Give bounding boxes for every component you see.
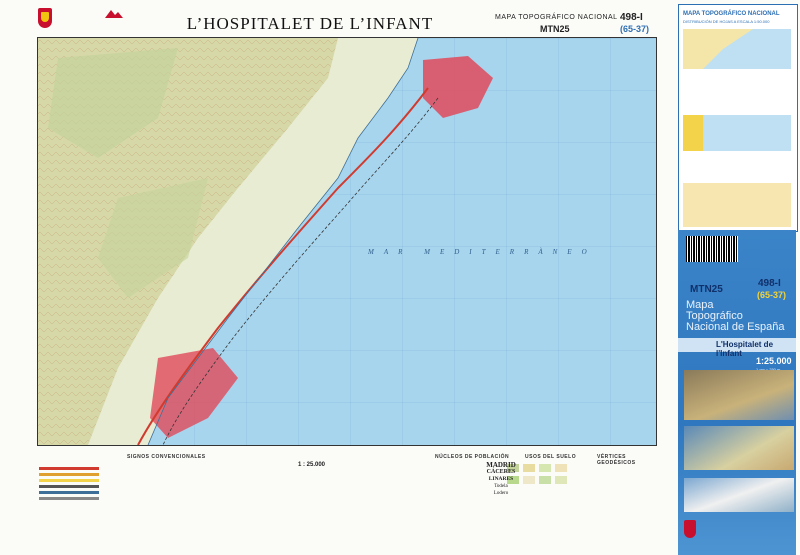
cover-photo-mountains xyxy=(684,478,794,512)
legend-railway xyxy=(39,485,99,488)
cover-map-spain xyxy=(684,426,794,470)
legend-river xyxy=(39,491,99,494)
barcode xyxy=(686,236,738,262)
sheet-number: 498-I xyxy=(620,12,643,23)
cover-sheet-grid: (65-37) xyxy=(757,290,787,300)
place-village: Lodero xyxy=(493,491,509,496)
cover-series-code: MTN25 xyxy=(690,284,723,295)
ign-logo-icon xyxy=(105,10,123,18)
series-code: MTN25 xyxy=(540,24,570,34)
series-title: MAPA TOPOGRÁFICO NACIONAL xyxy=(495,14,618,21)
sheet-division-map xyxy=(683,115,791,151)
map-sheet: L’HOSPITALET DE L’INFANT MAPA TOPOGRÁFIC… xyxy=(0,0,800,555)
cover-coat-of-arms-icon xyxy=(684,520,696,538)
legend-road-yellow xyxy=(39,479,99,482)
location-map xyxy=(683,29,791,69)
location-index-title: MAPA TOPOGRÁFICO NACIONAL xyxy=(683,11,780,17)
place-province: CÁCERES xyxy=(486,469,516,475)
topographic-map[interactable]: MAR MEDITERRÀNEO xyxy=(37,37,657,446)
coat-of-arms-icon xyxy=(38,8,52,28)
sea-label: MAR MEDITERRÀNEO xyxy=(368,248,597,256)
map-scale: 1 : 25.000 xyxy=(298,462,326,468)
map-drawing xyxy=(38,38,656,445)
conventional-signs-title: SIGNOS CONVENCIONALES xyxy=(127,454,206,460)
location-index-panel: MAPA TOPOGRÁFICO NACIONAL DISTRIBUCIÓN D… xyxy=(678,4,798,232)
cover-photo-terrain xyxy=(684,370,794,420)
cover-scale: 1:25.000 xyxy=(756,356,792,366)
legend-boundary xyxy=(39,497,99,500)
cover-series-line-3: Nacional de España xyxy=(686,321,785,333)
cover-sheet-number: 498-I xyxy=(758,278,781,289)
legend-line-samples xyxy=(39,464,99,503)
map-title: L’HOSPITALET DE L’INFANT xyxy=(186,14,434,33)
place-type-samples: MADRID CÁCERES LINARES Todela Lodero xyxy=(470,462,532,497)
place-town: Todela xyxy=(494,484,508,489)
municipalities-box xyxy=(683,183,791,227)
place-capital: MADRID xyxy=(486,461,516,469)
geodetic-title: VÉRTICES GEODÉSICOS xyxy=(597,454,636,466)
legend-area: SIGNOS CONVENCIONALES NÚCLEOS DE POBLACI… xyxy=(37,452,655,552)
legend-road-red xyxy=(39,467,99,470)
place-city: LINARES xyxy=(488,476,514,482)
location-index-subtitle: DISTRIBUCIÓN DE HOJAS A ESCALA 1:50.000 xyxy=(683,19,770,24)
land-use-title: USOS DEL SUELO xyxy=(525,454,577,460)
sheet-grid-code: (65-37) xyxy=(620,24,650,34)
cover-series-title: Mapa Topográfico Nacional de España xyxy=(686,300,784,333)
population-title: NÚCLEOS DE POBLACIÓN xyxy=(435,454,510,460)
legend-road-orange xyxy=(39,473,99,476)
